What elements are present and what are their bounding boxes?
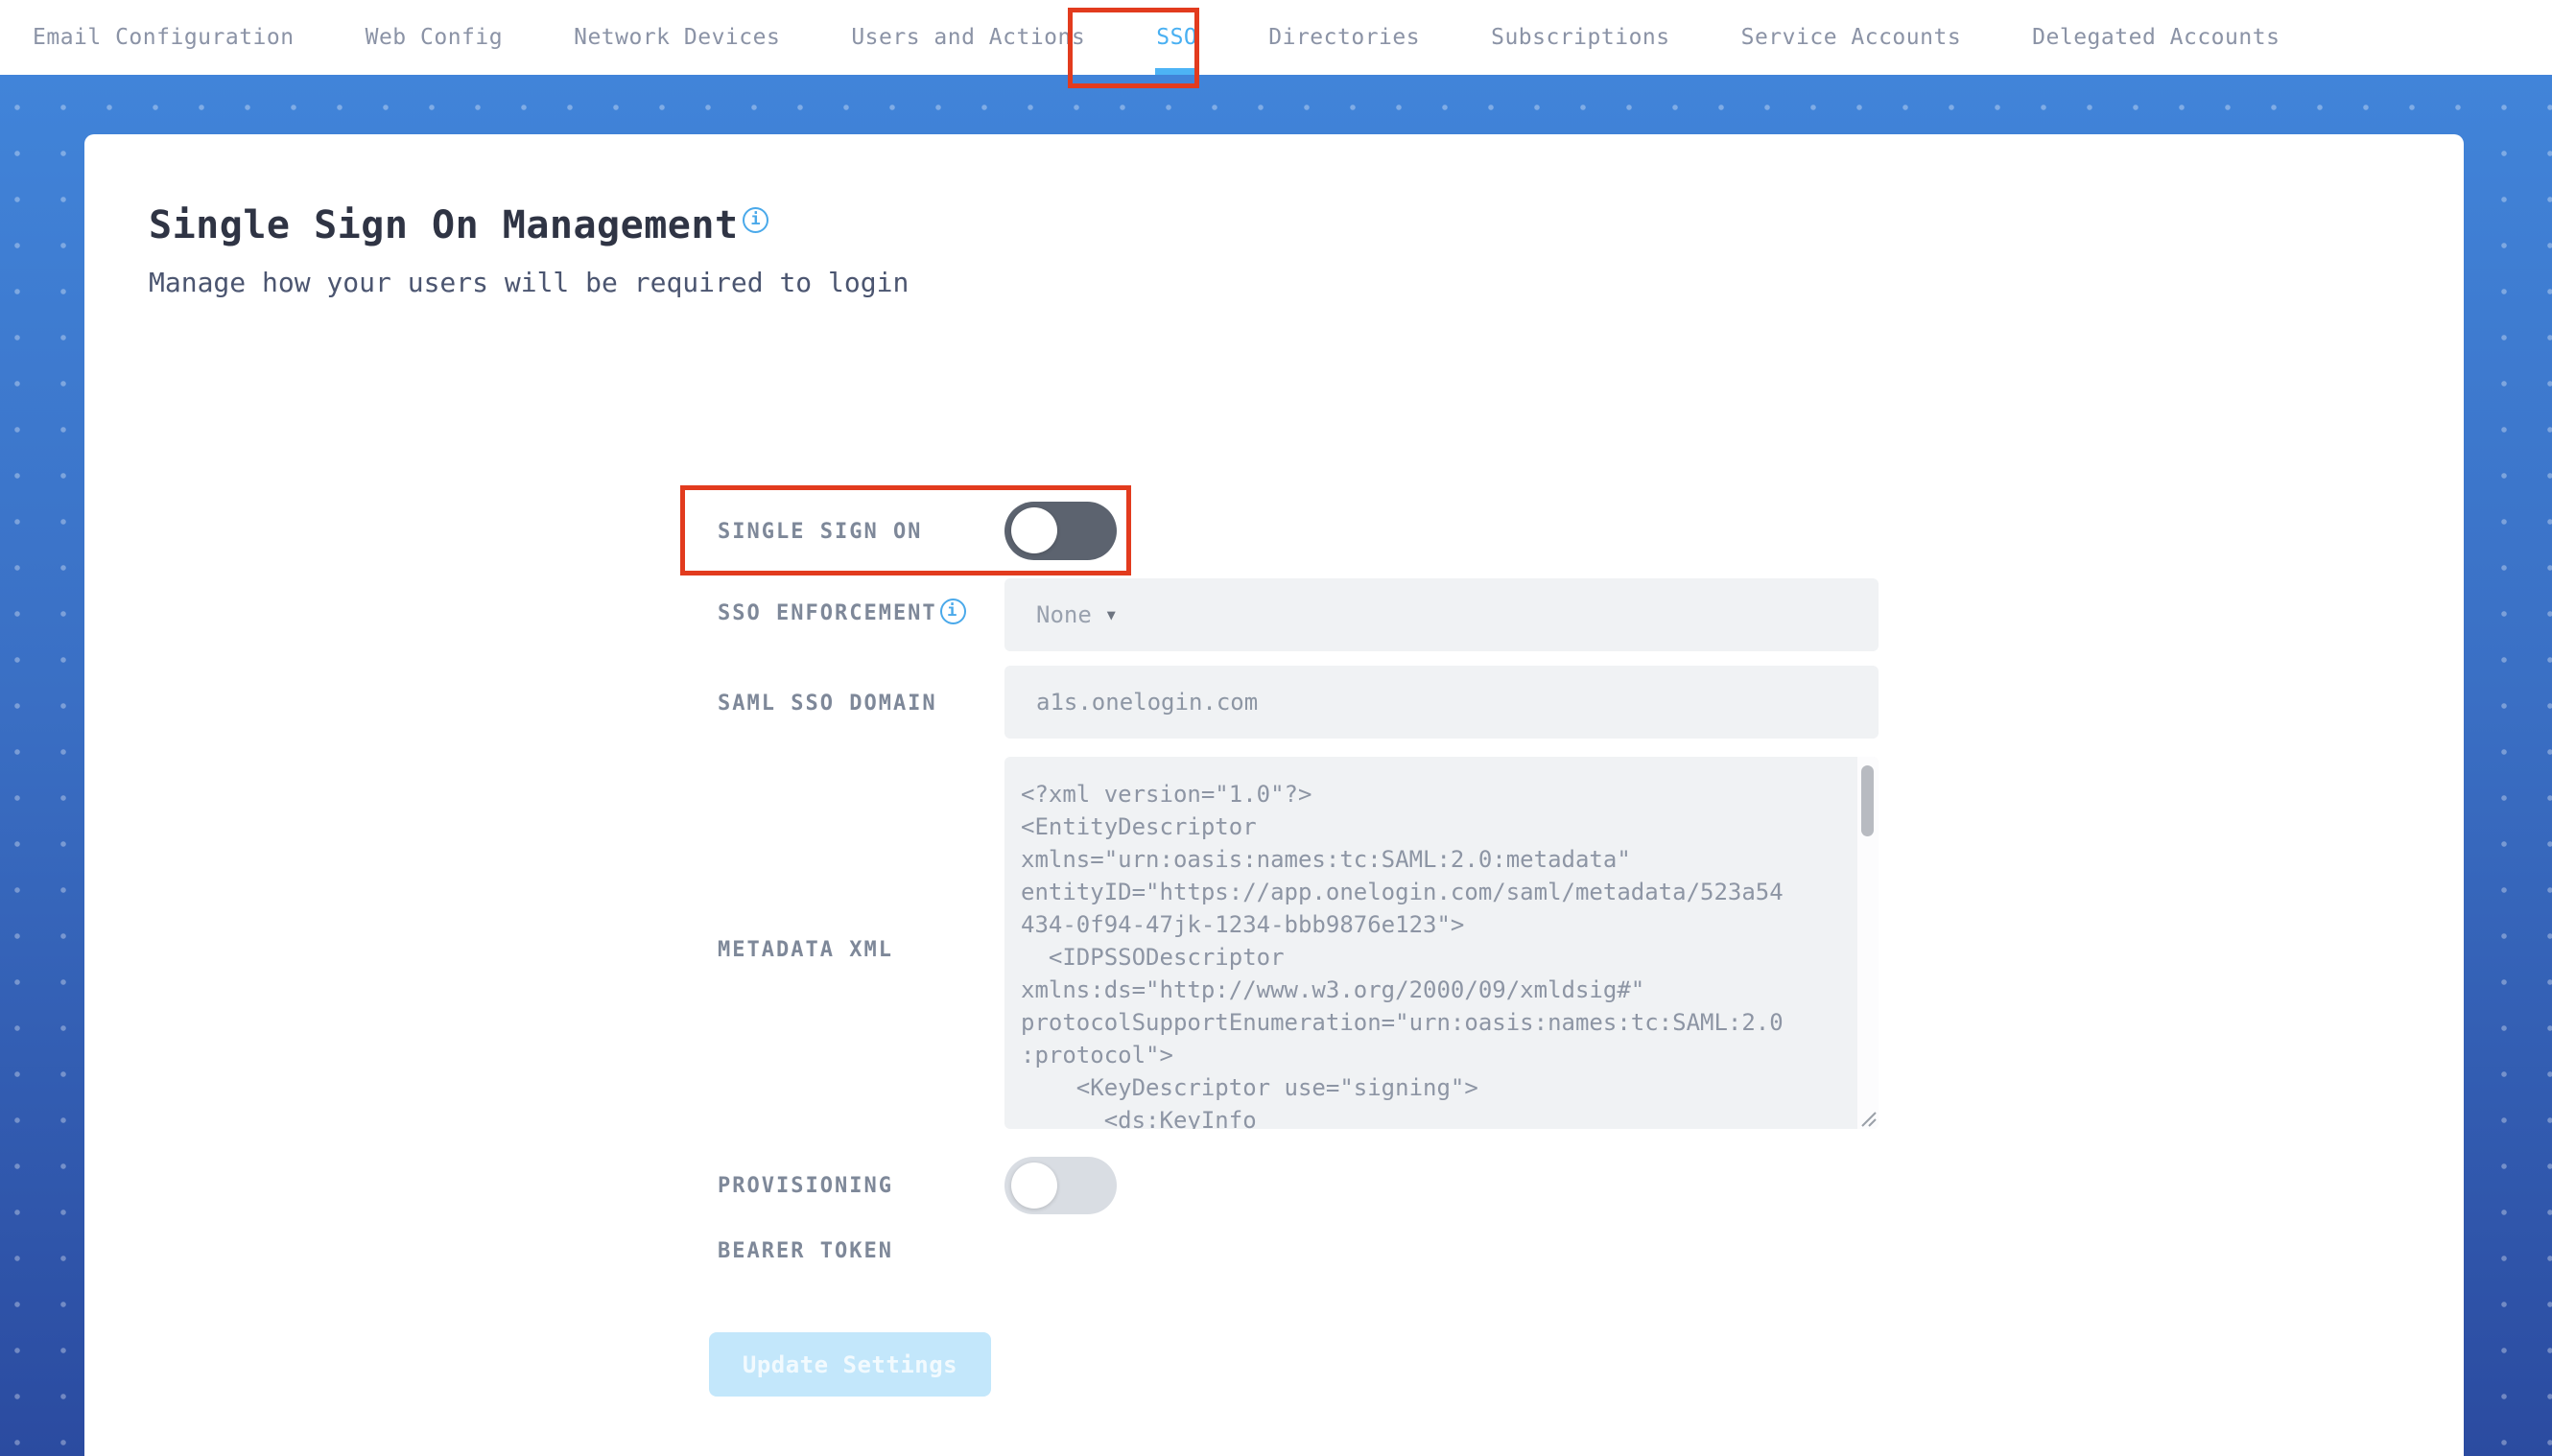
toggle-knob — [1011, 1162, 1057, 1209]
toggle-knob — [1011, 507, 1057, 553]
provisioning-toggle[interactable] — [1004, 1157, 1117, 1214]
tab-delegated-accounts[interactable]: Delegated Accounts — [2032, 0, 2280, 75]
update-settings-button[interactable]: Update Settings — [709, 1332, 991, 1397]
page-title: Single Sign On Management — [149, 203, 739, 247]
sso-enforcement-label: SSO ENFORCEMENT i — [718, 598, 966, 626]
active-tab-underline — [1154, 68, 1199, 75]
info-icon[interactable]: i — [743, 207, 768, 233]
page-subtitle: Manage how your users will be required t… — [149, 267, 910, 298]
provisioning-label: PROVISIONING — [718, 1174, 893, 1198]
settings-card: Single Sign On Management i Manage how y… — [84, 134, 2464, 1456]
tab-subscriptions[interactable]: Subscriptions — [1491, 0, 1670, 75]
metadata-xml-label: METADATA XML — [718, 938, 893, 962]
sso-enforcement-label-text: SSO ENFORCEMENT — [718, 601, 937, 625]
sso-enforcement-select[interactable]: None ▼ — [1004, 578, 1879, 651]
sso-enforcement-value: None — [1036, 601, 1092, 628]
info-icon[interactable]: i — [939, 598, 966, 624]
bearer-token-label: BEARER TOKEN — [718, 1239, 893, 1263]
metadata-xml-content: <?xml version="1.0"?> <EntityDescriptor … — [1021, 781, 1784, 1129]
saml-sso-domain-label: SAML SSO DOMAIN — [718, 692, 937, 716]
chevron-down-icon: ▼ — [1106, 606, 1116, 623]
top-nav: Email Configuration Web Config Network D… — [0, 0, 2552, 75]
resize-handle-icon[interactable] — [1856, 1107, 1878, 1128]
tab-web-config[interactable]: Web Config — [366, 0, 503, 75]
scrollbar-thumb[interactable] — [1861, 765, 1874, 836]
tab-email-configuration[interactable]: Email Configuration — [33, 0, 295, 75]
tab-sso-label: SSO — [1156, 25, 1198, 50]
sso-settings-page: Email Configuration Web Config Network D… — [0, 0, 2552, 1456]
scrollbar[interactable] — [1857, 757, 1879, 1129]
single-sign-on-label: SINGLE SIGN ON — [718, 520, 923, 544]
tab-sso[interactable]: SSO — [1154, 0, 1199, 75]
single-sign-on-toggle[interactable] — [1004, 502, 1117, 560]
saml-sso-domain-input[interactable] — [1004, 666, 1879, 739]
tab-service-accounts[interactable]: Service Accounts — [1741, 0, 1962, 75]
metadata-xml-textarea[interactable]: <?xml version="1.0"?> <EntityDescriptor … — [1004, 757, 1879, 1129]
tab-directories[interactable]: Directories — [1268, 0, 1420, 75]
tab-users-and-actions[interactable]: Users and Actions — [851, 0, 1085, 75]
tab-network-devices[interactable]: Network Devices — [574, 0, 780, 75]
